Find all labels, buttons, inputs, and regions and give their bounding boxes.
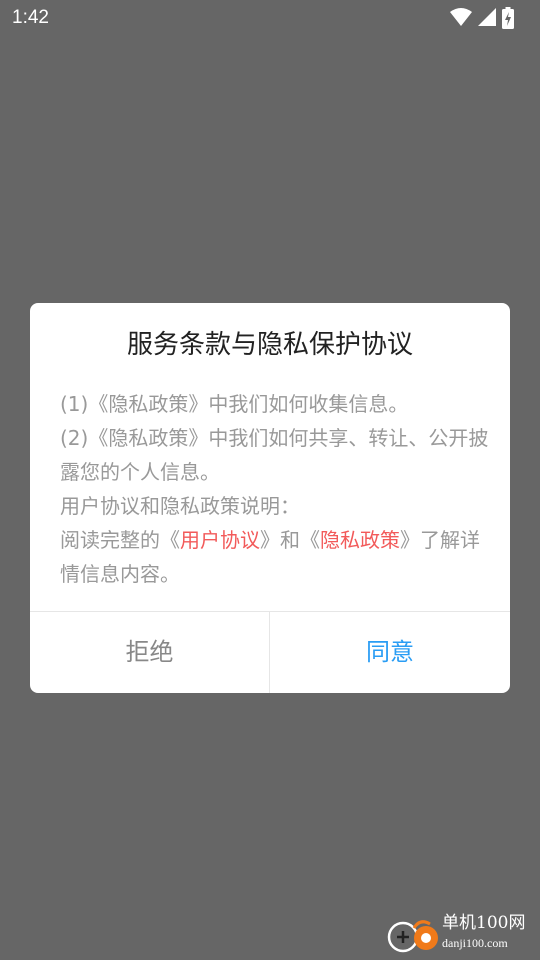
dialog-title: 服务条款与隐私保护协议 bbox=[126, 330, 413, 360]
wifi-icon bbox=[450, 8, 472, 26]
privacy-text-line: (1)《隐私政策》中我们如何收集信息。 bbox=[60, 392, 409, 416]
privacy-text-line: (2)《隐私政策》中我们如何共享、转让、公开披露您的个人信息。 bbox=[60, 426, 489, 484]
watermark-logo-icon bbox=[387, 920, 438, 953]
privacy-policy-link[interactable]: 隐私政策 bbox=[320, 528, 400, 552]
cellular-signal-icon bbox=[478, 8, 496, 26]
dialog-body: (1)《隐私政策》中我们如何收集信息。 (2)《隐私政策》中我们如何共享、转让、… bbox=[60, 387, 490, 591]
watermark-site-url: danji100.com bbox=[442, 936, 508, 950]
status-time: 1:42 bbox=[12, 7, 49, 28]
privacy-text-line: 阅读完整的《用户协议》和《隐私政策》了解详情信息内容。 bbox=[60, 523, 490, 591]
user-agreement-link[interactable]: 用户协议 bbox=[180, 528, 260, 552]
text-segment: 》和《 bbox=[260, 528, 320, 552]
text-segment: 阅读完整的《 bbox=[60, 528, 180, 552]
status-bar: 1:42 bbox=[0, 0, 540, 36]
watermark: 单机100网 danji100.com bbox=[386, 910, 536, 956]
privacy-text-line: 用户协议和隐私政策说明： bbox=[60, 494, 300, 518]
privacy-agreement-dialog: 服务条款与隐私保护协议 (1)《隐私政策》中我们如何收集信息。 (2)《隐私政策… bbox=[30, 303, 510, 693]
reject-button[interactable]: 拒绝 bbox=[30, 612, 269, 693]
agree-button[interactable]: 同意 bbox=[270, 612, 510, 693]
battery-charging-icon bbox=[502, 7, 514, 29]
watermark-site-name: 单机100网 bbox=[442, 913, 526, 933]
